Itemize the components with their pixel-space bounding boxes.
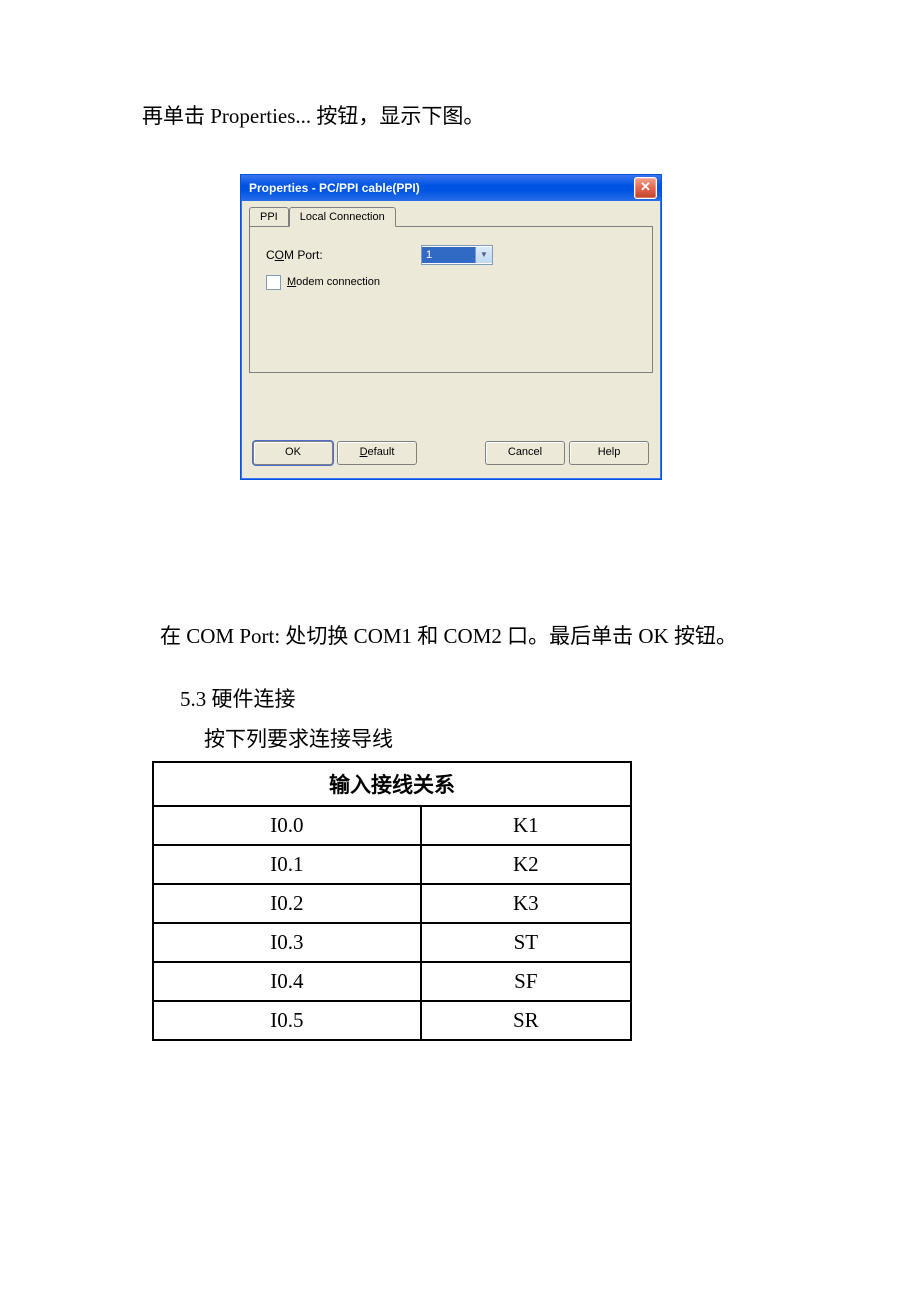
ok-button[interactable]: OK	[253, 441, 333, 465]
paragraph-intro: 再单击 Properties... 按钮，显示下图。	[60, 100, 860, 134]
help-button[interactable]: Help	[569, 441, 649, 465]
table-row: I0.1K2	[153, 845, 631, 884]
tab-ppi[interactable]: PPI	[249, 207, 289, 226]
tab-panel-local: COM Port: 1 ▼ Modem connection	[249, 226, 653, 373]
com-port-label: COM Port:	[266, 248, 421, 262]
table-header: 输入接线关系	[153, 762, 631, 806]
instruction-line: 按下列要求连接导线	[60, 723, 860, 753]
modem-connection-checkbox[interactable]	[266, 275, 281, 290]
dialog-title: Properties - PC/PPI cable(PPI)	[249, 181, 420, 195]
com-port-value: 1	[422, 247, 475, 263]
modem-connection-label: Modem connection	[287, 276, 380, 288]
default-button[interactable]: Default	[337, 441, 417, 465]
dialog-titlebar: Properties - PC/PPI cable(PPI) ✕	[241, 175, 661, 201]
table-row: I0.2K3	[153, 884, 631, 923]
section-5-3: 5.3 硬件连接	[60, 683, 860, 713]
properties-dialog: Properties - PC/PPI cable(PPI) ✕ PPI Loc…	[240, 174, 662, 480]
com-port-combobox[interactable]: 1 ▼	[421, 245, 493, 265]
paragraph-com-port: 在 COM Port: 处切换 COM1 和 COM2 口。最后单击 OK 按钮…	[60, 620, 860, 654]
table-row: I0.3ST	[153, 923, 631, 962]
table-row: I0.0K1	[153, 806, 631, 845]
wiring-table: 输入接线关系 I0.0K1 I0.1K2 I0.2K3 I0.3ST I0.4S…	[152, 761, 632, 1041]
tab-strip: PPI Local Connection	[249, 207, 653, 226]
tab-local-connection[interactable]: Local Connection	[289, 207, 396, 227]
close-icon[interactable]: ✕	[634, 177, 657, 199]
table-row: I0.5SR	[153, 1001, 631, 1040]
dialog-screenshot: Properties - PC/PPI cable(PPI) ✕ PPI Loc…	[240, 174, 860, 480]
table-row: I0.4SF	[153, 962, 631, 1001]
cancel-button[interactable]: Cancel	[485, 441, 565, 465]
chevron-down-icon[interactable]: ▼	[475, 247, 492, 263]
